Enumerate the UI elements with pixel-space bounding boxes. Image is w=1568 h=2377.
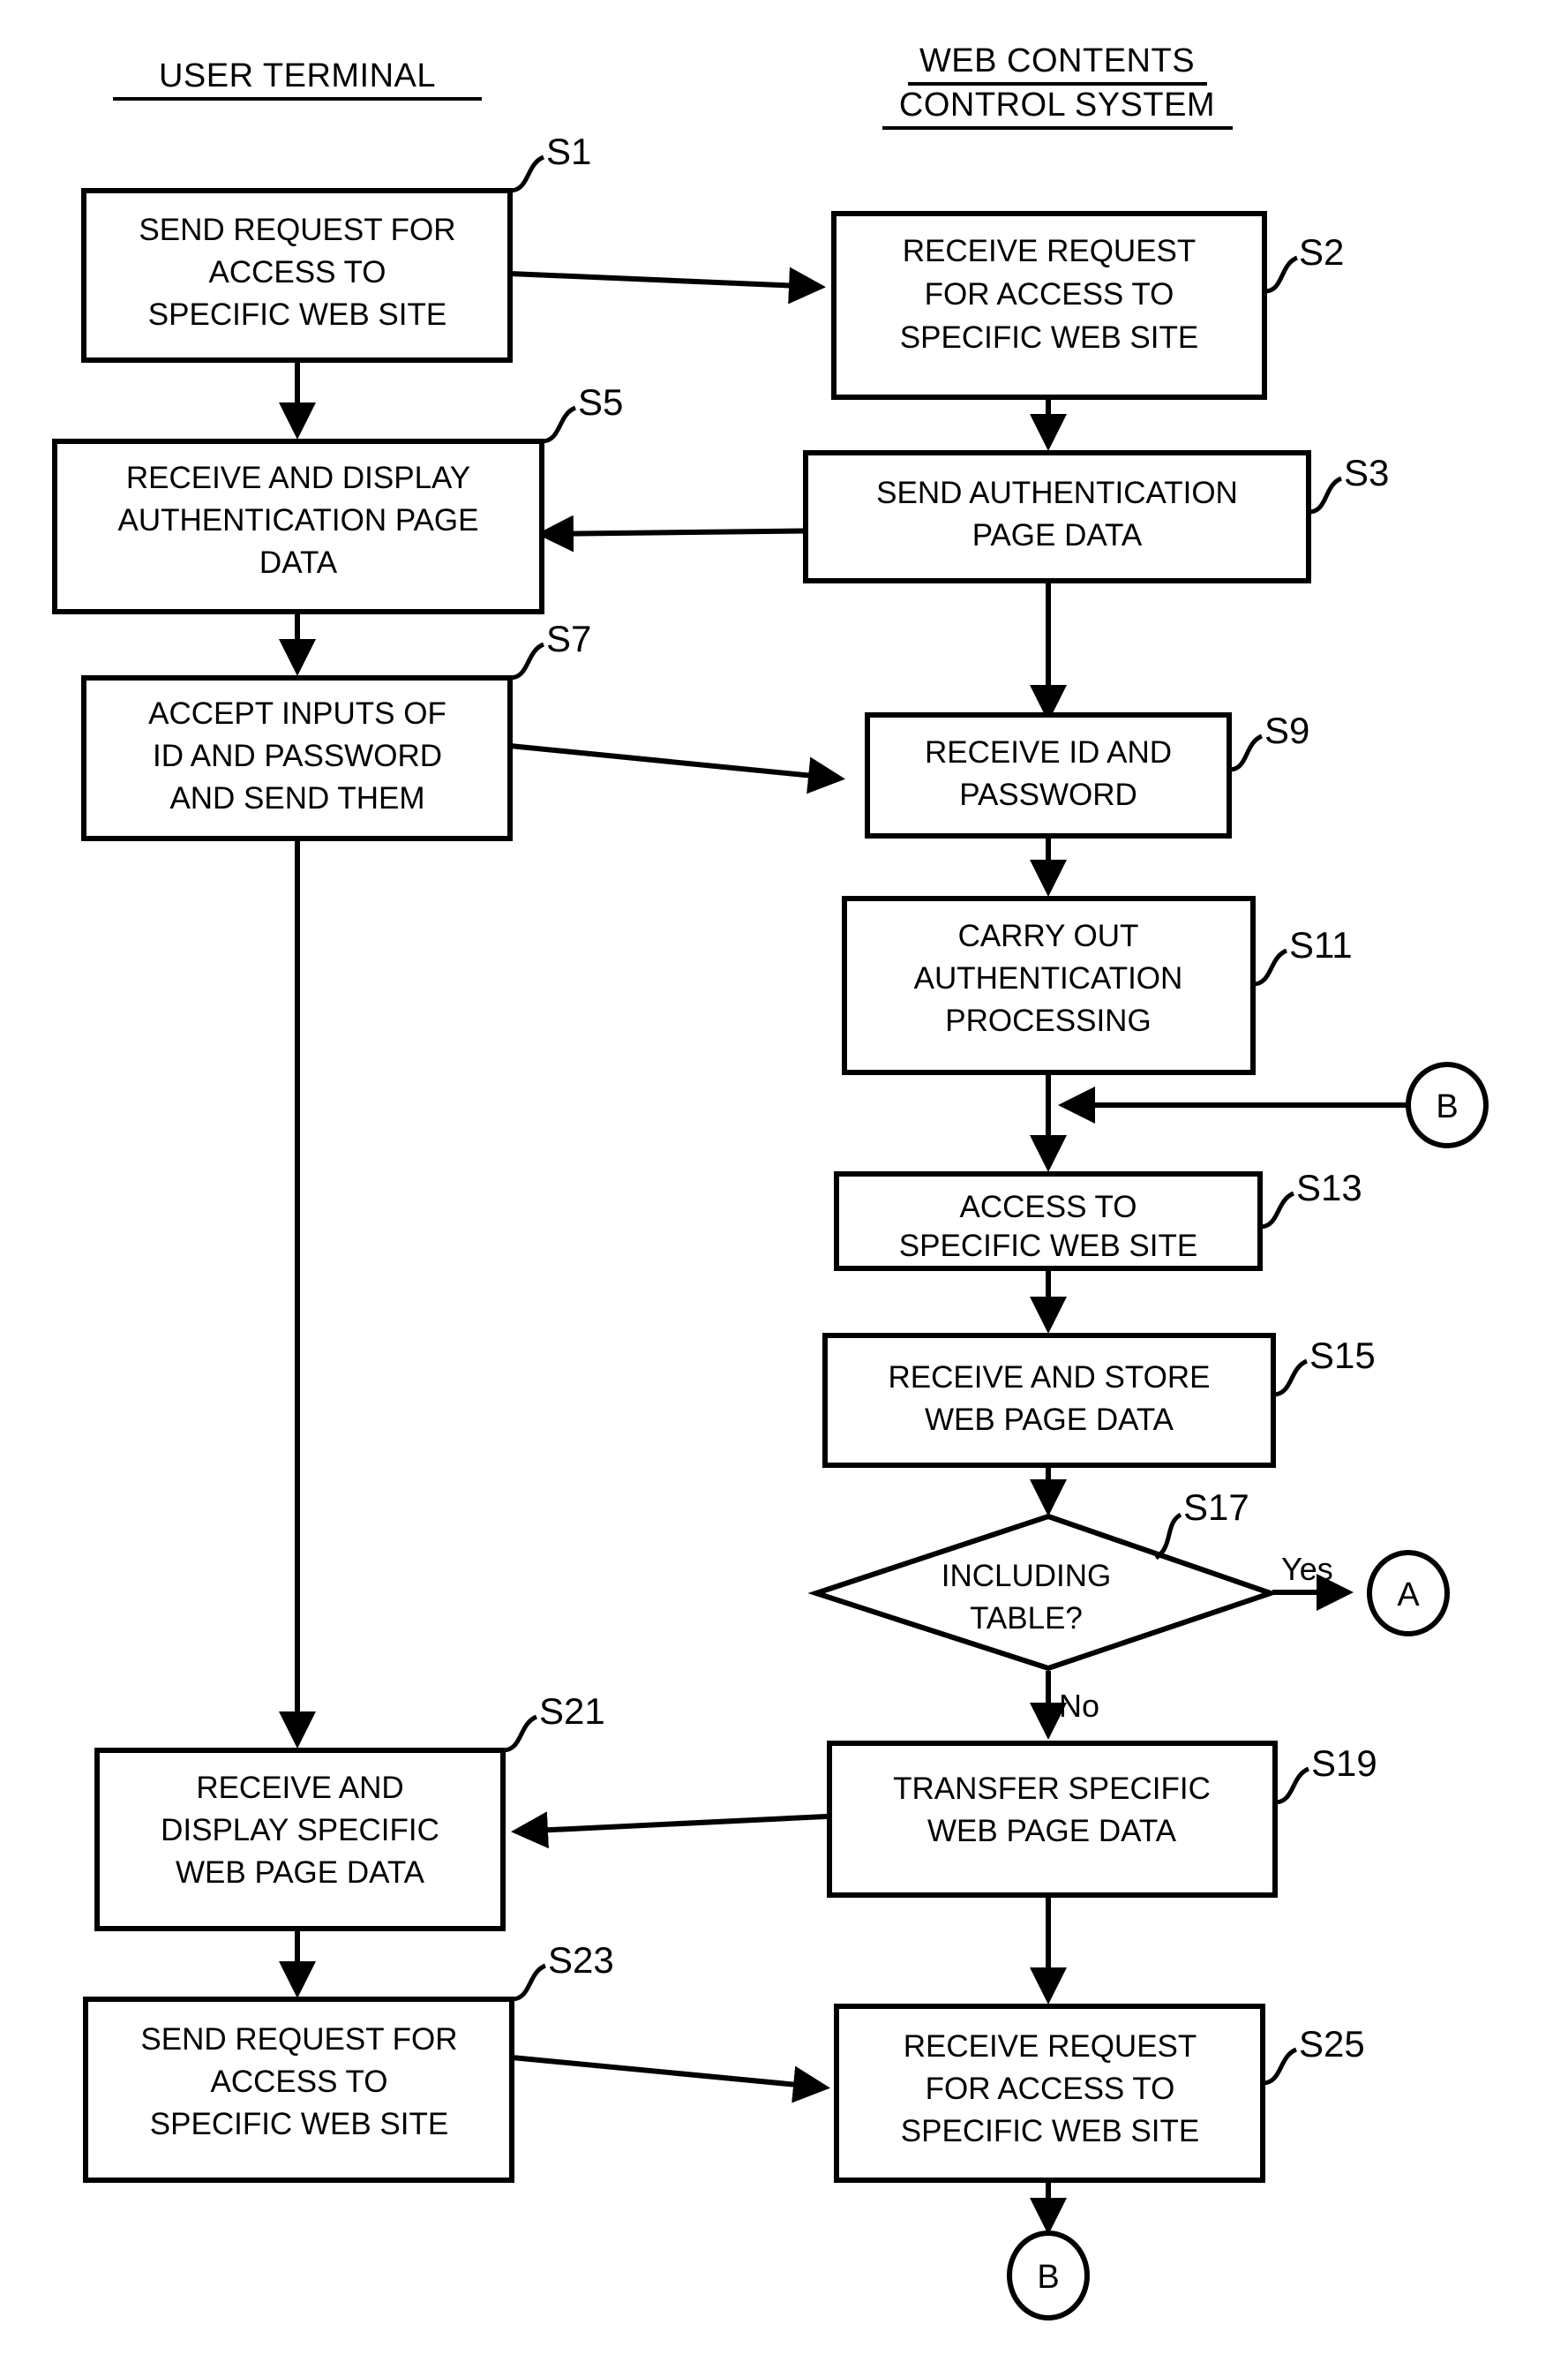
node-s1-line-1: SEND REQUEST FOR <box>139 213 455 247</box>
node-s19[interactable]: TRANSFER SPECIFIC WEB PAGE DATA S19 <box>827 1741 1377 1898</box>
lane-title-web-contents-line2: CONTROL SYSTEM <box>899 87 1215 124</box>
node-s15-line-2: WEB PAGE DATA <box>925 1403 1174 1437</box>
node-s25-line-1: RECEIVE REQUEST <box>904 2029 1197 2064</box>
node-s23-line-1: SEND REQUEST FOR <box>140 2022 457 2057</box>
node-s15[interactable]: RECEIVE AND STORE WEB PAGE DATA S15 <box>822 1333 1376 1468</box>
node-s7-leader <box>509 642 545 681</box>
arrow-s7-to-s9 <box>509 743 845 794</box>
node-s23-line-2: ACCESS TO <box>211 2065 388 2099</box>
node-s17-yes-label: Yes <box>1281 1551 1333 1587</box>
node-s25-step-label: S25 <box>1299 2023 1365 2065</box>
node-s25-leader <box>1262 2047 1298 2086</box>
node-s13-line-1: ACCESS TO <box>960 1190 1137 1224</box>
node-s23-leader <box>511 1963 547 2002</box>
node-s2-leader <box>1264 255 1299 294</box>
node-s21-line-3: WEB PAGE DATA <box>176 1855 425 1890</box>
node-s2-step-label: S2 <box>1299 231 1344 273</box>
node-s19-step-label: S19 <box>1311 1742 1377 1784</box>
flowchart-svg: USER TERMINAL WEB CONTENTS CONTROL SYSTE… <box>52 42 1489 2321</box>
node-s19-line-1: TRANSFER SPECIFIC <box>893 1771 1211 1806</box>
node-s7-line-2: ID AND PASSWORD <box>153 739 442 773</box>
node-s1[interactable]: SEND REQUEST FOR ACCESS TO SPECIFIC WEB … <box>81 131 591 363</box>
flowchart-canvas: USER TERMINAL WEB CONTENTS CONTROL SYSTE… <box>0 0 1568 2377</box>
node-s21-step-label: S21 <box>539 1690 605 1732</box>
node-s5-step-label: S5 <box>578 381 623 423</box>
arrow-s1-to-s2 <box>509 267 826 305</box>
node-s9-line-1: RECEIVE ID AND <box>925 735 1172 770</box>
node-s3-leader <box>1308 476 1343 515</box>
node-s15-line-1: RECEIVE AND STORE <box>888 1360 1210 1395</box>
node-s19-leader <box>1274 1766 1310 1805</box>
node-s17-line-2: TABLE? <box>970 1601 1083 1636</box>
node-s2-line-2: FOR ACCESS TO <box>925 277 1174 312</box>
node-s15-rect[interactable] <box>822 1333 1276 1468</box>
node-s3-rect[interactable] <box>803 450 1311 583</box>
node-s1-leader <box>509 154 545 193</box>
node-s23-line-3: SPECIFIC WEB SITE <box>150 2107 448 2141</box>
node-s2[interactable]: RECEIVE REQUEST FOR ACCESS TO SPECIFIC W… <box>831 211 1344 400</box>
node-s13-leader <box>1259 1191 1295 1230</box>
node-s25[interactable]: RECEIVE REQUEST FOR ACCESS TO SPECIFIC W… <box>834 2004 1365 2183</box>
node-s3-step-label: S3 <box>1344 452 1389 493</box>
node-s3[interactable]: SEND AUTHENTICATION PAGE DATA S3 <box>803 450 1389 583</box>
node-s3-line-2: PAGE DATA <box>972 518 1143 553</box>
node-s13-line-2: SPECIFIC WEB SITE <box>899 1229 1197 1263</box>
node-s7-step-label: S7 <box>546 618 591 659</box>
node-s7[interactable]: ACCEPT INPUTS OF ID AND PASSWORD AND SEN… <box>81 618 591 841</box>
node-s9-step-label: S9 <box>1264 710 1309 751</box>
node-s19-line-2: WEB PAGE DATA <box>927 1814 1177 1848</box>
node-s17-leader <box>1154 1512 1182 1561</box>
node-s17-line-1: INCLUDING <box>942 1559 1112 1593</box>
node-s15-step-label: S15 <box>1309 1335 1376 1376</box>
connector-b-in-label: B <box>1436 1088 1458 1125</box>
connector-b-out[interactable]: B <box>1007 2230 1090 2321</box>
node-s23-step-label: S23 <box>548 1939 614 1981</box>
lane-title-web-contents-line1: WEB CONTENTS <box>919 42 1195 79</box>
arrow-s23-to-s25 <box>511 2055 830 2103</box>
node-s2-line-3: SPECIFIC WEB SITE <box>900 320 1198 355</box>
node-s5-line-1: RECEIVE AND DISPLAY <box>126 461 470 495</box>
lane-header-web-contents-control-system: WEB CONTENTS CONTROL SYSTEM <box>882 42 1233 130</box>
node-s5[interactable]: RECEIVE AND DISPLAY AUTHENTICATION PAGE … <box>52 381 623 614</box>
node-s2-line-1: RECEIVE REQUEST <box>903 234 1197 268</box>
node-s15-leader <box>1272 1358 1309 1397</box>
node-s11-line-1: CARRY OUT <box>958 919 1139 953</box>
node-s5-leader <box>541 405 577 444</box>
node-s17-no-label: No <box>1059 1688 1099 1724</box>
lane-header-user-terminal: USER TERMINAL <box>113 57 482 101</box>
node-s9-leader <box>1228 733 1264 772</box>
node-s7-line-3: AND SEND THEM <box>169 781 424 816</box>
node-s11-step-label: S11 <box>1289 924 1353 966</box>
node-s11-line-2: AUTHENTICATION <box>914 961 1183 996</box>
node-s1-step-label: S1 <box>546 131 591 172</box>
node-s21-line-2: DISPLAY SPECIFIC <box>161 1813 439 1847</box>
node-s5-line-2: AUTHENTICATION PAGE <box>117 503 478 538</box>
node-s9-rect[interactable] <box>865 712 1232 839</box>
node-s11[interactable]: CARRY OUT AUTHENTICATION PROCESSING S11 <box>842 896 1353 1075</box>
node-s17-step-label: S17 <box>1183 1486 1249 1528</box>
node-s25-line-3: SPECIFIC WEB SITE <box>901 2114 1199 2148</box>
node-s11-line-3: PROCESSING <box>945 1004 1151 1038</box>
node-s3-line-1: SEND AUTHENTICATION <box>876 476 1238 510</box>
node-s21-line-1: RECEIVE AND <box>196 1771 403 1805</box>
node-s9[interactable]: RECEIVE ID AND PASSWORD S9 <box>865 710 1309 839</box>
node-s21[interactable]: RECEIVE AND DISPLAY SPECIFIC WEB PAGE DA… <box>94 1690 605 1931</box>
node-s5-line-3: DATA <box>259 545 338 580</box>
node-s1-line-3: SPECIFIC WEB SITE <box>148 297 446 332</box>
node-s17[interactable]: INCLUDING TABLE? S17 Yes No <box>807 1486 1333 1724</box>
node-s1-line-2: ACCESS TO <box>209 255 386 290</box>
connector-a-out-label: A <box>1397 1576 1420 1614</box>
node-s11-leader <box>1252 948 1288 987</box>
connector-b-out-label: B <box>1037 2259 1059 2296</box>
node-s7-line-1: ACCEPT INPUTS OF <box>148 696 446 731</box>
node-s9-line-2: PASSWORD <box>959 778 1137 812</box>
connector-a-out[interactable]: A <box>1367 1550 1450 1636</box>
node-s21-leader <box>502 1714 538 1753</box>
node-s25-line-2: FOR ACCESS TO <box>926 2072 1175 2106</box>
node-s13-step-label: S13 <box>1296 1167 1362 1208</box>
lane-title-user-terminal: USER TERMINAL <box>159 57 436 94</box>
connector-b-in[interactable]: B <box>1406 1062 1489 1148</box>
node-s13[interactable]: ACCESS TO SPECIFIC WEB SITE S13 <box>834 1167 1362 1271</box>
